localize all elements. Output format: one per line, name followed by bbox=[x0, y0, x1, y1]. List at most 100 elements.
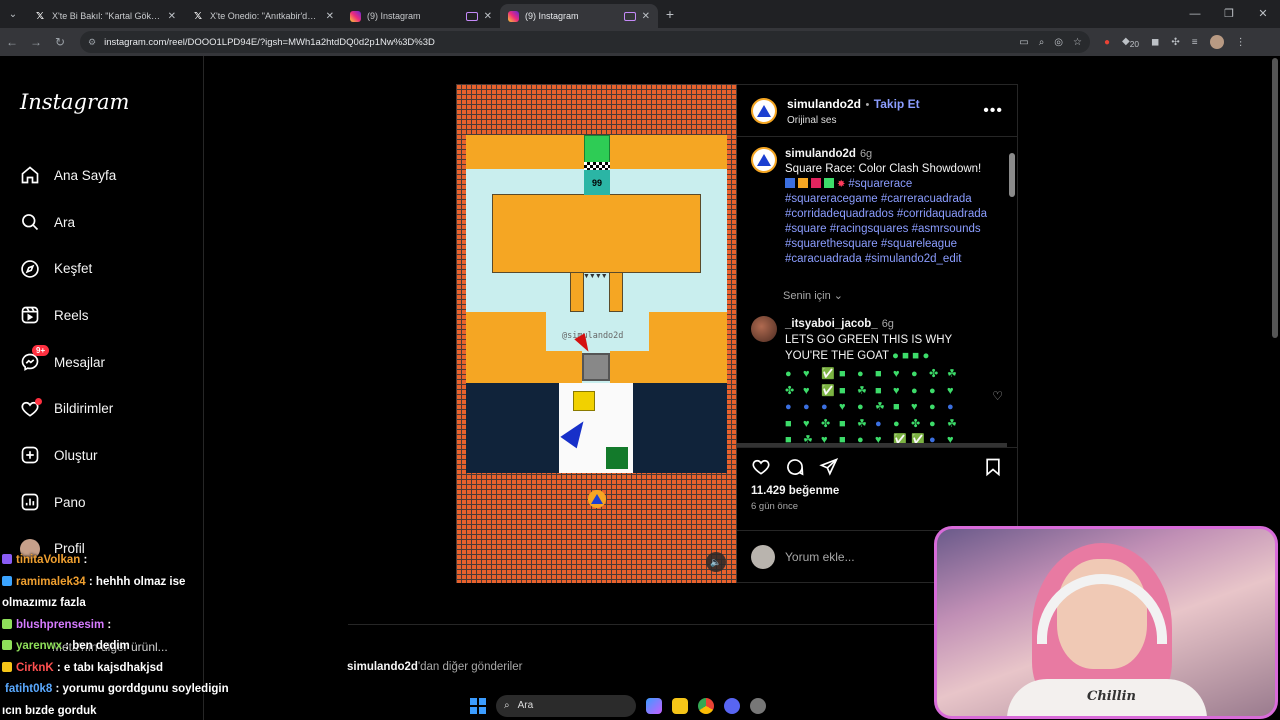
caption: simulando2d 6g Square Race: Color Clash S… bbox=[751, 147, 1003, 267]
reel-video[interactable]: 99 ▼▼▼▼ @simulando2d 🔈 bbox=[456, 84, 737, 583]
nav-create[interactable]: Oluştur bbox=[20, 432, 116, 479]
tab-title: (9) Instagram bbox=[367, 11, 421, 21]
instagram-logo[interactable]: Instagram bbox=[20, 90, 129, 114]
tab-2[interactable]: (9) Instagram ✕ bbox=[342, 4, 500, 28]
cast-icon[interactable]: ▭ bbox=[1019, 37, 1028, 48]
caption-title: Square Race: Color Clash Showdown! bbox=[785, 163, 982, 175]
url-text: instagram.com/reel/DOOO1LPD94E/?igsh=MWh… bbox=[104, 36, 435, 48]
app-icon[interactable] bbox=[750, 697, 766, 714]
video-watermark: @simulando2d bbox=[562, 331, 624, 341]
zoom-icon[interactable]: ⌕ bbox=[1039, 37, 1045, 48]
notification-dot bbox=[35, 398, 42, 406]
bookmark-star-icon[interactable]: ☆ bbox=[1073, 37, 1082, 48]
orange-block-top-left bbox=[466, 135, 584, 169]
taskbar-search[interactable]: ⌕ Ara bbox=[496, 694, 636, 717]
orange-block-mid-left-inner bbox=[466, 351, 582, 383]
nav-explore[interactable]: Keşfet bbox=[20, 245, 116, 292]
media-playing-icon[interactable] bbox=[623, 11, 636, 21]
new-tab-button[interactable]: + bbox=[658, 6, 682, 22]
volume-icon[interactable]: 🔈 bbox=[706, 552, 726, 572]
windows-start-icon[interactable] bbox=[470, 697, 486, 714]
nav-label: Bildirimler bbox=[54, 401, 114, 417]
like-count[interactable]: 11.429 beğenme bbox=[737, 485, 1017, 497]
close-icon[interactable]: ✕ bbox=[168, 11, 176, 22]
more-posts-heading: simulando2d'dan diğer gönderiler bbox=[347, 661, 522, 673]
nav-messages[interactable]: 9+ Mesajlar bbox=[20, 339, 116, 386]
caption-username[interactable]: simulando2d bbox=[785, 148, 856, 160]
close-icon[interactable]: ✕ bbox=[642, 11, 650, 22]
puzzle-icon[interactable]: ✣ bbox=[1171, 37, 1179, 48]
more-options-icon[interactable]: ••• bbox=[983, 102, 1003, 120]
extension-badge: 20 bbox=[1129, 38, 1140, 49]
nav-notifications[interactable]: Bildirimler bbox=[20, 385, 116, 432]
author-username[interactable]: simulando2d bbox=[787, 97, 861, 111]
comments-scrollbar[interactable] bbox=[1009, 141, 1015, 441]
chat-message: fatiht0k8 : yorumu gorddgunu soyledigin bbox=[2, 679, 252, 701]
nav-search[interactable]: Ara bbox=[20, 199, 116, 246]
page-scrollbar[interactable] bbox=[1272, 58, 1278, 338]
close-window-icon[interactable]: ✕ bbox=[1246, 0, 1280, 28]
author-avatar[interactable] bbox=[751, 147, 777, 173]
reading-list-icon[interactable]: ≡ bbox=[1192, 37, 1198, 48]
follow-button[interactable]: Takip Et bbox=[874, 97, 920, 111]
horizontal-scrollbar[interactable] bbox=[737, 443, 1007, 447]
media-playing-icon[interactable] bbox=[465, 11, 478, 21]
taskbar: ⌕ Ara bbox=[470, 691, 810, 720]
extension-red-icon[interactable]: ● bbox=[1104, 37, 1110, 48]
tab-title: X'te Onedio: "Anıtkabir'de yürü" bbox=[210, 11, 320, 21]
audio-label[interactable]: Orijinal ses bbox=[787, 115, 920, 126]
discord-icon[interactable] bbox=[724, 697, 740, 714]
tab-3[interactable]: (9) Instagram ✕ bbox=[500, 4, 658, 28]
tab-search-button[interactable]: ⌄ bbox=[0, 0, 26, 28]
browser-menu-icon[interactable]: ⋮ bbox=[1236, 37, 1246, 48]
close-icon[interactable]: ✕ bbox=[484, 11, 492, 22]
nav-reels[interactable]: Reels bbox=[20, 292, 116, 339]
tab-0[interactable]: 𝕏 X'te Bi Bakıl: "Kartal Gökberk isi" ✕ bbox=[26, 4, 184, 28]
extension-badge-icon[interactable]: ◆20 bbox=[1122, 36, 1139, 49]
forward-icon[interactable]: → bbox=[24, 35, 48, 49]
copilot-icon[interactable] bbox=[646, 697, 662, 714]
browser-toolbar: ← → ↻ ⚙ instagram.com/reel/DOOO1LPD94E/?… bbox=[0, 28, 1280, 56]
address-bar[interactable]: ⚙ instagram.com/reel/DOOO1LPD94E/?igsh=M… bbox=[80, 31, 1090, 53]
site-info-icon[interactable]: ⚙ bbox=[88, 37, 96, 48]
post-actions bbox=[737, 447, 1017, 485]
minimize-icon[interactable]: — bbox=[1178, 0, 1212, 28]
search-icon bbox=[22, 214, 39, 231]
bookmark-icon[interactable] bbox=[983, 457, 1003, 477]
comment-input[interactable]: Yorum ekle... bbox=[785, 550, 855, 564]
compass-icon bbox=[21, 259, 39, 278]
file-explorer-icon[interactable] bbox=[672, 697, 688, 714]
like-icon[interactable] bbox=[751, 457, 771, 477]
browser-profile-avatar[interactable] bbox=[1209, 35, 1224, 49]
eye-off-icon[interactable]: ◎ bbox=[1054, 37, 1063, 48]
comment-like-icon[interactable]: ♡ bbox=[992, 389, 1003, 403]
tab-1[interactable]: 𝕏 X'te Onedio: "Anıtkabir'de yürü" ✕ bbox=[184, 4, 342, 28]
reload-icon[interactable]: ↻ bbox=[48, 35, 72, 49]
orange-block-center bbox=[492, 194, 701, 273]
close-icon[interactable]: ✕ bbox=[326, 11, 334, 22]
restore-icon[interactable]: ❐ bbox=[1212, 0, 1246, 28]
extension-icon[interactable]: ◼ bbox=[1151, 37, 1159, 48]
chrome-icon[interactable] bbox=[698, 697, 714, 714]
nav-dashboard[interactable]: Pano bbox=[20, 479, 116, 526]
blue-square-emoji bbox=[785, 178, 795, 188]
instagram-icon bbox=[350, 10, 361, 22]
author-info: simulando2d • Takip Et Orijinal ses bbox=[787, 95, 920, 126]
my-avatar bbox=[751, 544, 775, 569]
more-posts-user[interactable]: simulando2d bbox=[347, 661, 418, 673]
caption-hashtags[interactable]: #squarerace #squareracegame #carreracuad… bbox=[785, 178, 987, 265]
commenter-username[interactable]: _itsyaboi_jacob_ bbox=[785, 318, 878, 330]
share-icon[interactable] bbox=[819, 457, 839, 477]
comment-icon[interactable] bbox=[785, 457, 805, 477]
chat-message: blushprensesim : bbox=[2, 615, 252, 637]
author-avatar[interactable] bbox=[751, 97, 777, 124]
nav-home[interactable]: Ana Sayfa bbox=[20, 152, 116, 199]
scroll-thumb[interactable] bbox=[1009, 153, 1015, 197]
chat-text: fazla bbox=[60, 597, 86, 609]
orange-pillar-right bbox=[609, 272, 623, 312]
translate-toggle[interactable]: Senin için ⌄ bbox=[783, 289, 1003, 302]
score-counter: 99 bbox=[584, 170, 610, 195]
yellow-square-racer bbox=[573, 391, 595, 411]
back-icon[interactable]: ← bbox=[0, 35, 24, 49]
commenter-avatar[interactable] bbox=[751, 316, 777, 342]
